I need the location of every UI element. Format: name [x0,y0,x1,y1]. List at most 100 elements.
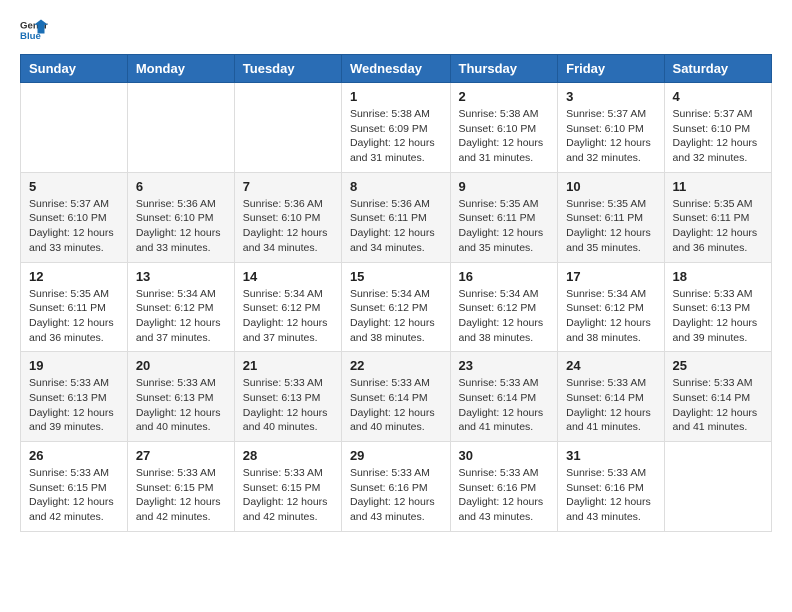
calendar-cell: 8 Sunrise: 5:36 AMSunset: 6:11 PMDaylight… [341,172,450,262]
day-info: Sunrise: 5:33 AMSunset: 6:15 PMDaylight:… [243,466,333,525]
calendar-cell: 17 Sunrise: 5:34 AMSunset: 6:12 PMDayligh… [558,262,664,352]
calendar-cell: 31 Sunrise: 5:33 AMSunset: 6:16 PMDayligh… [558,442,664,532]
day-info: Sunrise: 5:33 AMSunset: 6:15 PMDaylight:… [29,466,119,525]
day-info: Sunrise: 5:33 AMSunset: 6:13 PMDaylight:… [673,287,763,346]
day-number: 20 [136,358,226,373]
day-number: 24 [566,358,655,373]
day-number: 9 [459,179,550,194]
day-number: 5 [29,179,119,194]
day-info: Sunrise: 5:37 AMSunset: 6:10 PMDaylight:… [29,197,119,256]
day-info: Sunrise: 5:36 AMSunset: 6:10 PMDaylight:… [136,197,226,256]
calendar-cell: 13 Sunrise: 5:34 AMSunset: 6:12 PMDayligh… [127,262,234,352]
calendar-cell [664,442,771,532]
day-number: 31 [566,448,655,463]
calendar-cell: 6 Sunrise: 5:36 AMSunset: 6:10 PMDaylight… [127,172,234,262]
day-number: 10 [566,179,655,194]
day-info: Sunrise: 5:33 AMSunset: 6:14 PMDaylight:… [459,376,550,435]
calendar-cell: 1 Sunrise: 5:38 AMSunset: 6:09 PMDaylight… [341,83,450,173]
day-info: Sunrise: 5:37 AMSunset: 6:10 PMDaylight:… [566,107,655,166]
calendar-week-row: 26 Sunrise: 5:33 AMSunset: 6:15 PMDayligh… [21,442,772,532]
calendar-cell: 9Sunrise: 5:35 AMSunset: 6:11 PMDaylight… [450,172,558,262]
weekday-header: Friday [558,55,664,83]
weekday-header: Monday [127,55,234,83]
day-info: Sunrise: 5:33 AMSunset: 6:16 PMDaylight:… [566,466,655,525]
day-number: 2 [459,89,550,104]
calendar-cell: 26 Sunrise: 5:33 AMSunset: 6:15 PMDayligh… [21,442,128,532]
day-number: 1 [350,89,442,104]
weekday-header: Tuesday [234,55,341,83]
calendar-cell: 30 Sunrise: 5:33 AMSunset: 6:16 PMDayligh… [450,442,558,532]
day-number: 21 [243,358,333,373]
day-number: 4 [673,89,763,104]
calendar-cell: 12 Sunrise: 5:35 AMSunset: 6:11 PMDayligh… [21,262,128,352]
day-info: Sunrise: 5:34 AMSunset: 6:12 PMDaylight:… [350,287,442,346]
day-number: 16 [459,269,550,284]
logo: General Blue [20,16,48,44]
calendar-cell: 14Sunrise: 5:34 AMSunset: 6:12 PMDayligh… [234,262,341,352]
calendar-cell: 27 Sunrise: 5:33 AMSunset: 6:15 PMDayligh… [127,442,234,532]
weekday-header: Saturday [664,55,771,83]
calendar-cell: 19 Sunrise: 5:33 AMSunset: 6:13 PMDayligh… [21,352,128,442]
day-number: 6 [136,179,226,194]
calendar-table: SundayMondayTuesdayWednesdayThursdayFrid… [20,54,772,532]
calendar-cell [234,83,341,173]
calendar-cell: 29 Sunrise: 5:33 AMSunset: 6:16 PMDayligh… [341,442,450,532]
day-number: 3 [566,89,655,104]
calendar-cell: 5 Sunrise: 5:37 AMSunset: 6:10 PMDaylight… [21,172,128,262]
calendar-cell: 3 Sunrise: 5:37 AMSunset: 6:10 PMDaylight… [558,83,664,173]
day-info: Sunrise: 5:33 AMSunset: 6:13 PMDaylight:… [29,376,119,435]
day-number: 8 [350,179,442,194]
calendar-cell: 16 Sunrise: 5:34 AMSunset: 6:12 PMDayligh… [450,262,558,352]
calendar-cell: 21Sunrise: 5:33 AMSunset: 6:13 PMDayligh… [234,352,341,442]
day-number: 7 [243,179,333,194]
calendar-week-row: 12 Sunrise: 5:35 AMSunset: 6:11 PMDayligh… [21,262,772,352]
day-info: Sunrise: 5:36 AMSunset: 6:11 PMDaylight:… [350,197,442,256]
calendar-cell: 15 Sunrise: 5:34 AMSunset: 6:12 PMDayligh… [341,262,450,352]
day-info: Sunrise: 5:34 AMSunset: 6:12 PMDaylight:… [243,287,333,346]
day-info: Sunrise: 5:35 AMSunset: 6:11 PMDaylight:… [673,197,763,256]
calendar-cell: 4 Sunrise: 5:37 AMSunset: 6:10 PMDaylight… [664,83,771,173]
day-info: Sunrise: 5:34 AMSunset: 6:12 PMDaylight:… [459,287,550,346]
weekday-header: Wednesday [341,55,450,83]
calendar-cell: 24 Sunrise: 5:33 AMSunset: 6:14 PMDayligh… [558,352,664,442]
day-info: Sunrise: 5:34 AMSunset: 6:12 PMDaylight:… [566,287,655,346]
day-info: Sunrise: 5:33 AMSunset: 6:15 PMDaylight:… [136,466,226,525]
header: General Blue [20,16,772,44]
day-number: 22 [350,358,442,373]
calendar-cell: 28 Sunrise: 5:33 AMSunset: 6:15 PMDayligh… [234,442,341,532]
day-number: 30 [459,448,550,463]
day-number: 13 [136,269,226,284]
day-number: 12 [29,269,119,284]
day-number: 26 [29,448,119,463]
day-number: 25 [673,358,763,373]
day-number: 27 [136,448,226,463]
day-number: 17 [566,269,655,284]
day-info: Sunrise: 5:36 AMSunset: 6:10 PMDaylight:… [243,197,333,256]
day-number: 18 [673,269,763,284]
calendar-cell: 18 Sunrise: 5:33 AMSunset: 6:13 PMDayligh… [664,262,771,352]
weekday-header: Sunday [21,55,128,83]
calendar-cell [21,83,128,173]
calendar-week-row: 19 Sunrise: 5:33 AMSunset: 6:13 PMDayligh… [21,352,772,442]
day-info: Sunrise: 5:38 AMSunset: 6:09 PMDaylight:… [350,107,442,166]
calendar-cell: 2Sunrise: 5:38 AMSunset: 6:10 PMDaylight… [450,83,558,173]
day-number: 15 [350,269,442,284]
day-number: 29 [350,448,442,463]
day-info: Sunrise: 5:33 AMSunset: 6:16 PMDaylight:… [350,466,442,525]
day-number: 11 [673,179,763,194]
weekday-header-row: SundayMondayTuesdayWednesdayThursdayFrid… [21,55,772,83]
calendar-cell: 22 Sunrise: 5:33 AMSunset: 6:14 PMDayligh… [341,352,450,442]
day-info: Sunrise: 5:34 AMSunset: 6:12 PMDaylight:… [136,287,226,346]
day-info: Sunrise: 5:35 AMSunset: 6:11 PMDaylight:… [29,287,119,346]
calendar-cell [127,83,234,173]
calendar-cell: 25 Sunrise: 5:33 AMSunset: 6:14 PMDayligh… [664,352,771,442]
day-info: Sunrise: 5:33 AMSunset: 6:14 PMDaylight:… [566,376,655,435]
day-info: Sunrise: 5:33 AMSunset: 6:14 PMDaylight:… [350,376,442,435]
day-info: Sunrise: 5:37 AMSunset: 6:10 PMDaylight:… [673,107,763,166]
day-info: Sunrise: 5:33 AMSunset: 6:16 PMDaylight:… [459,466,550,525]
day-info: Sunrise: 5:33 AMSunset: 6:14 PMDaylight:… [673,376,763,435]
day-number: 19 [29,358,119,373]
logo-icon: General Blue [20,16,48,44]
calendar-cell: 23Sunrise: 5:33 AMSunset: 6:14 PMDayligh… [450,352,558,442]
day-number: 28 [243,448,333,463]
